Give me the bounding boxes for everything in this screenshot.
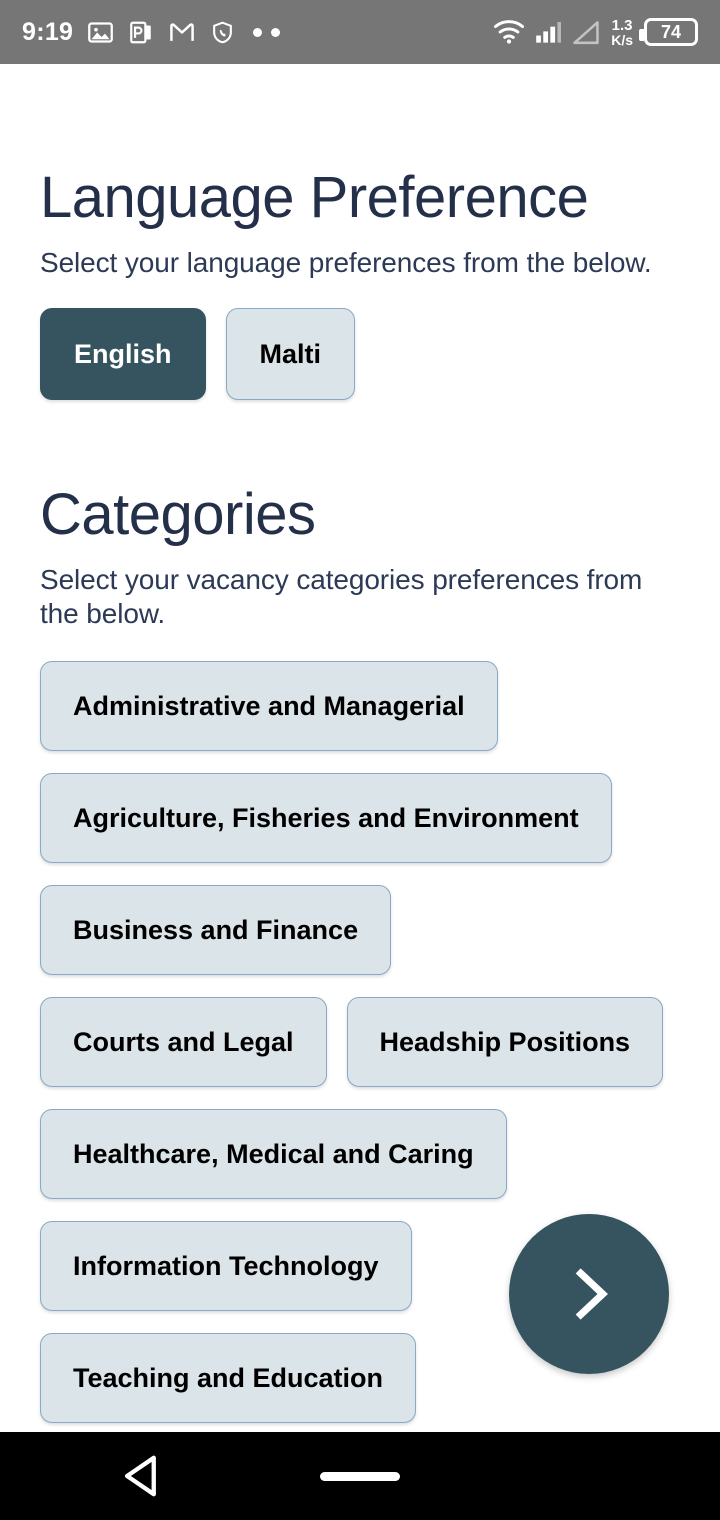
home-pill-icon[interactable]	[320, 1471, 400, 1481]
category-option-information-technology[interactable]: Information Technology	[40, 1221, 412, 1312]
category-option-label: Teaching and Education	[73, 1362, 384, 1393]
category-option-agriculture-fisheries-and-environment[interactable]: Agriculture, Fisheries and Environment	[40, 773, 612, 864]
language-section-title: Language Preference	[40, 165, 589, 230]
language-option-label: Malti	[259, 338, 322, 369]
category-option-label: Administrative and Managerial	[73, 690, 465, 721]
data-rate-unit: K/s	[611, 31, 633, 48]
category-option-label: Agriculture, Fisheries and Environment	[73, 802, 579, 833]
status-bar: 9:19 1.3 K/s 74	[0, 0, 720, 64]
gallery-icon	[88, 21, 114, 43]
language-options: English Malti	[40, 308, 680, 401]
category-option-label: Healthcare, Medical and Caring	[73, 1138, 474, 1169]
status-bar-right: 1.3 K/s 74	[494, 18, 698, 47]
next-button[interactable]	[509, 1214, 669, 1374]
data-rate-value: 1.3	[611, 16, 633, 34]
wifi-icon	[494, 20, 525, 44]
category-option-headship-positions[interactable]: Headship Positions	[346, 997, 664, 1088]
back-triangle-icon[interactable]	[118, 1450, 170, 1502]
phone-screen: 9:19 1.3 K/s 74 Language Preference Sele…	[0, 0, 720, 1520]
categories-section-title: Categories	[40, 482, 316, 548]
category-option-teaching-and-education[interactable]: Teaching and Education	[40, 1333, 417, 1424]
chevron-right-icon	[575, 1268, 608, 1320]
gmail-icon	[170, 22, 195, 41]
more-dots-icon	[253, 27, 281, 37]
status-bar-left: 9:19	[22, 17, 281, 46]
category-option-label: Courts and Legal	[73, 1026, 294, 1057]
powerpoint-icon	[130, 21, 151, 43]
signal-triangle-icon	[573, 21, 599, 45]
signal-bars-icon	[536, 21, 562, 43]
language-option-english[interactable]: English	[40, 308, 206, 401]
battery-icon: 74	[639, 18, 698, 46]
language-option-malti[interactable]: Malti	[225, 308, 356, 401]
android-navigation-bar	[0, 1432, 720, 1520]
category-option-courts-and-legal[interactable]: Courts and Legal	[40, 997, 327, 1088]
battery-level: 74	[660, 21, 682, 42]
category-option-healthcare-medical-and-caring[interactable]: Healthcare, Medical and Caring	[40, 1109, 507, 1200]
category-option-administrative-and-managerial[interactable]: Administrative and Managerial	[40, 661, 498, 752]
data-rate-indicator: 1.3 K/s	[611, 18, 633, 47]
category-option-label: Information Technology	[73, 1250, 379, 1281]
shield-icon	[213, 21, 233, 43]
category-option-label: Headship Positions	[379, 1026, 631, 1057]
language-section-subtitle: Select your language preferences from th…	[40, 247, 652, 278]
status-bar-clock: 9:19	[22, 17, 74, 46]
language-option-label: English	[74, 338, 172, 369]
categories-section-subtitle: Select your vacancy categories preferenc…	[40, 564, 643, 630]
category-option-label: Business and Finance	[73, 914, 359, 945]
category-option-business-and-finance[interactable]: Business and Finance	[40, 885, 392, 976]
